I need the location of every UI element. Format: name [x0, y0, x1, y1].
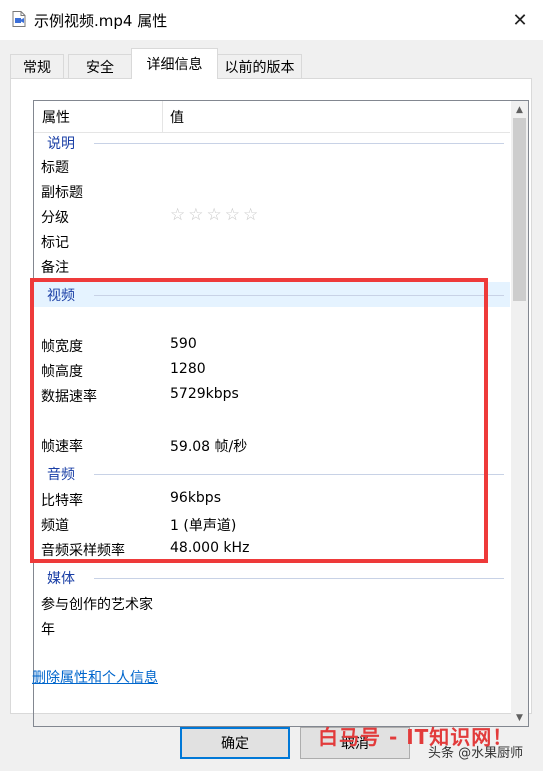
column-header-property[interactable]: 属性: [42, 107, 70, 127]
tab-previous-versions[interactable]: 以前的版本: [217, 54, 302, 78]
list-item[interactable]: 参与创作的艺术家: [34, 591, 510, 616]
group-divider: [94, 578, 504, 579]
ok-button[interactable]: 确定: [180, 727, 290, 759]
list-item[interactable]: 分级 ☆☆☆☆☆: [34, 204, 510, 229]
title-bar: 示例视频.mp4 属性 ✕: [0, 0, 543, 40]
scroll-down-arrow-icon[interactable]: ▼: [511, 709, 528, 726]
window-title: 示例视频.mp4 属性: [34, 12, 168, 30]
close-button[interactable]: ✕: [497, 0, 543, 40]
list-item[interactable]: 备注: [34, 254, 510, 279]
list-item[interactable]: 副标题: [34, 179, 510, 204]
vertical-scrollbar[interactable]: ▲ ▼: [511, 101, 528, 726]
group-media[interactable]: 媒体: [34, 565, 510, 590]
video-file-icon: [12, 11, 26, 27]
list-item[interactable]: 标记: [34, 229, 510, 254]
tab-security[interactable]: 安全: [68, 54, 132, 78]
column-divider[interactable]: [162, 101, 163, 132]
column-header-value[interactable]: 值: [170, 107, 184, 127]
list-item[interactable]: 标题: [34, 154, 510, 179]
list-header: 属性 值: [34, 101, 510, 133]
highlight-box: [30, 278, 488, 563]
group-description[interactable]: 说明: [34, 130, 510, 155]
tab-general[interactable]: 常规: [10, 54, 64, 78]
watermark-subtext: 头条 @水果厨师: [428, 746, 524, 761]
scrollbar-thumb[interactable]: [513, 118, 526, 301]
tab-details[interactable]: 详细信息: [131, 48, 218, 79]
group-divider: [94, 143, 504, 144]
remove-properties-link[interactable]: 删除属性和个人信息: [32, 667, 158, 687]
rating-stars[interactable]: ☆☆☆☆☆: [170, 205, 261, 225]
list-item[interactable]: 年: [34, 616, 510, 641]
scroll-up-arrow-icon[interactable]: ▲: [511, 101, 528, 118]
close-icon: ✕: [512, 9, 528, 31]
